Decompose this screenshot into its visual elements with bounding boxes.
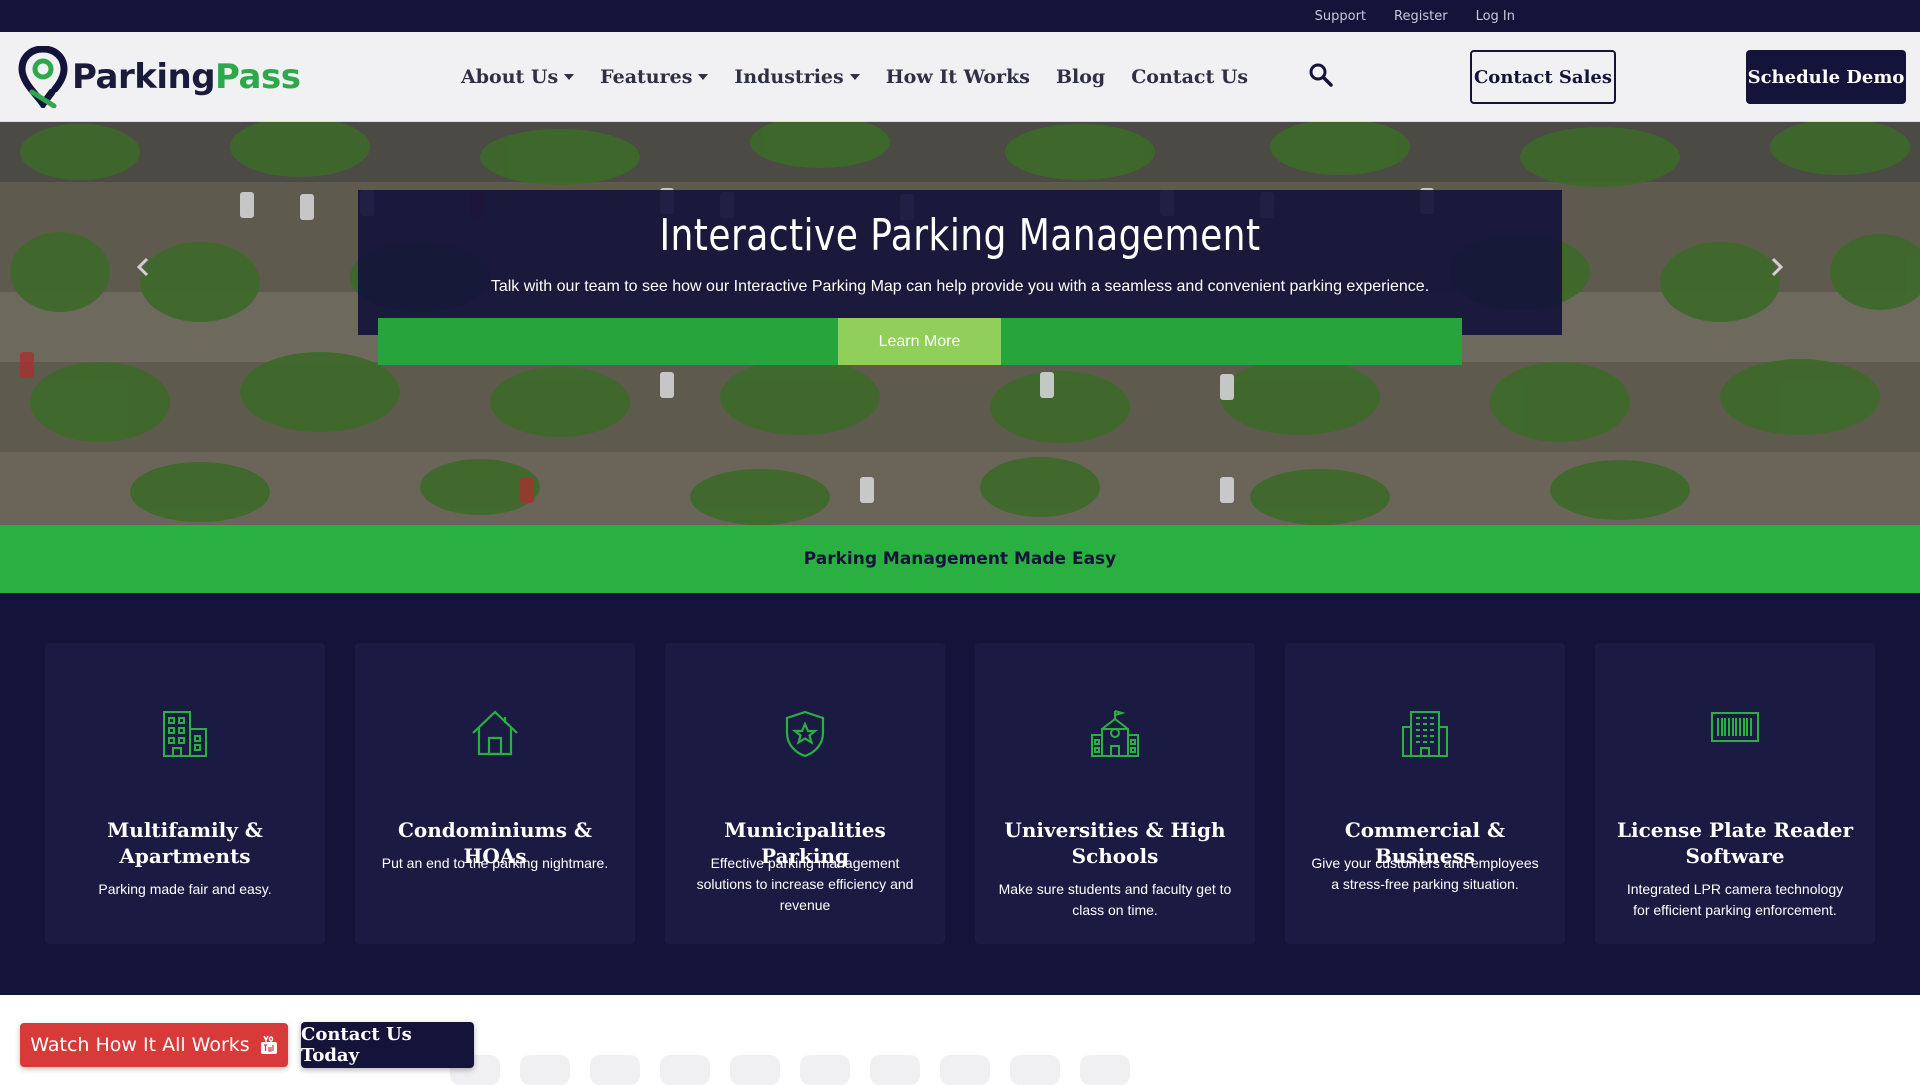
caret-down-icon [698,74,709,80]
nav-label: Blog [1055,66,1106,88]
card-description: Effective parking management solutions t… [696,855,914,913]
tagline-band: Parking Management Made Easy [0,525,1920,593]
bottom-content-area [0,995,1920,1085]
support-link[interactable]: Support [1315,9,1366,24]
hero-title: Interactive Parking Management [659,210,1261,261]
contact-us-today-button[interactable]: Contact Us Today [301,1022,474,1068]
placeholder-tile [730,1055,780,1085]
card-description: Integrated LPR camera technology for eff… [1626,881,1844,918]
placeholder-tile [590,1055,640,1085]
caret-down-icon [564,74,575,80]
placeholder-tile [940,1055,990,1085]
site-header: ParkingPass About Us Features Industries… [0,32,1920,122]
nav-blog[interactable]: Blog [1056,66,1105,88]
house-icon [472,710,518,756]
login-link[interactable]: Log In [1476,9,1515,24]
map-pin-logo-icon [18,46,68,108]
caret-down-icon [849,74,860,80]
nav-contact-us[interactable]: Contact Us [1131,66,1248,88]
youtube-icon [260,1035,277,1054]
nav-features[interactable]: Features [600,66,709,88]
carousel-prev-button[interactable] [128,252,158,282]
main-nav: About Us Features Industries How It Work… [461,32,1248,122]
card-description: Give your customers and employees a stre… [1311,855,1539,892]
tagline-text: Parking Management Made Easy [803,549,1117,569]
contact-sales-button[interactable]: Contact Sales [1470,50,1616,104]
utility-bar: Support Register Log In [0,0,1920,32]
search-icon [1309,63,1333,87]
utility-links: Support Register Log In [1315,0,1515,32]
placeholder-tile [870,1055,920,1085]
nav-industries[interactable]: Industries [734,66,860,88]
placeholder-tile [800,1055,850,1085]
school-building-icon [1091,710,1139,757]
hero-subtitle: Talk with our team to see how our Intera… [490,278,1430,295]
watch-video-button[interactable]: Watch How It All Works [20,1023,288,1067]
logo-wordmark: ParkingPass [72,57,301,97]
placeholder-tile [1080,1055,1130,1085]
hero-banner: Interactive Parking Management Talk with… [0,122,1920,525]
card-description: Make sure students and faculty get to cl… [998,881,1232,918]
industry-card-universities[interactable]: Universities & High Schools Make sure st… [975,643,1255,944]
watch-video-label: Watch How It All Works [30,1034,250,1056]
nav-how-it-works[interactable]: How It Works [886,66,1030,88]
chevron-left-icon [136,257,149,277]
schedule-demo-button[interactable]: Schedule Demo [1746,50,1906,104]
card-title: Universities & High Schools [1004,818,1226,868]
placeholder-tile [1010,1055,1060,1085]
logo-word-parking: Parking [72,57,216,97]
nav-label: About Us [461,66,559,88]
placeholder-tile [660,1055,710,1085]
card-title: Multifamily & Apartments [107,818,263,868]
nav-label: How It Works [885,66,1030,88]
logo[interactable]: ParkingPass [18,46,301,108]
apartment-building-icon [163,711,207,757]
nav-about-us[interactable]: About Us [461,66,575,88]
nav-label: Contact Us [1131,66,1249,88]
card-description: Put an end to the parking nightmare. [381,855,609,871]
carousel-next-button[interactable] [1762,252,1792,282]
industry-card-multifamily[interactable]: Multifamily & Apartments Parking made fa… [45,643,325,944]
barcode-icon [1711,712,1759,742]
search-button[interactable] [1308,62,1336,90]
industry-card-lpr[interactable]: License Plate Reader Software Integrated… [1595,643,1875,944]
placeholder-tile [520,1055,570,1085]
learn-more-button[interactable]: Learn More [838,318,1001,365]
register-link[interactable]: Register [1394,9,1448,24]
nav-label: Features [600,66,693,88]
industry-card-condominiums[interactable]: Condominiums & HOAs Put an end to the pa… [355,643,635,944]
industry-card-municipalities[interactable]: Municipalities Parking Effective parking… [665,643,945,944]
shield-star-icon [785,710,825,758]
industry-card-commercial[interactable]: Commercial & Business Give your customer… [1285,643,1565,944]
nav-label: Industries [734,66,844,88]
hero-caption-panel: Interactive Parking Management Talk with… [358,190,1562,335]
card-title: License Plate Reader Software [1616,818,1854,868]
office-building-icon [1402,711,1448,757]
logo-word-pass: Pass [215,57,301,97]
card-description: Parking made fair and easy. [98,881,272,897]
chevron-right-icon [1771,257,1784,277]
industries-section: Multifamily & Apartments Parking made fa… [0,593,1920,995]
